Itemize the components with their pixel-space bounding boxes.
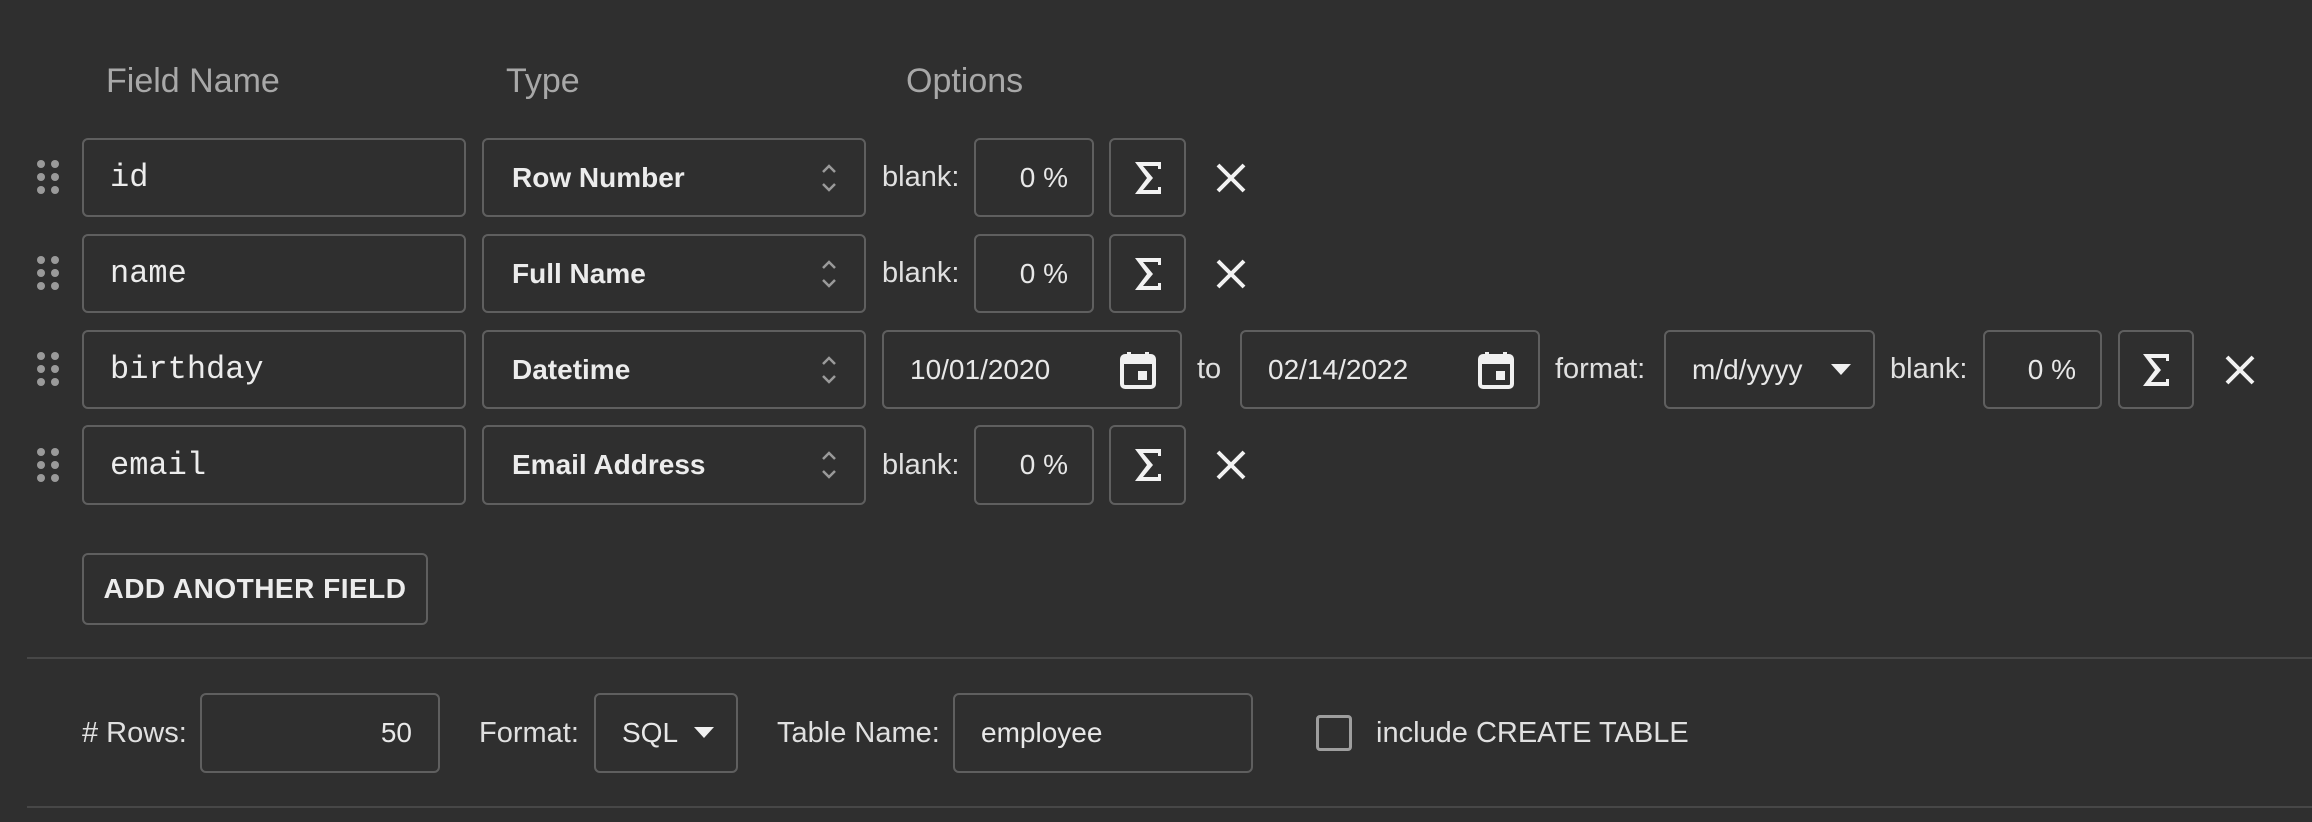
create-table-label[interactable]: include CREATE TABLE (1376, 693, 1689, 773)
blank-percent-input[interactable]: 0 % (974, 138, 1094, 217)
field-name-input[interactable]: email (82, 425, 466, 505)
date-to-value: 02/14/2022 (1268, 353, 1409, 385)
bottom-divider (27, 806, 2312, 808)
blank-label: blank: (1890, 353, 1968, 385)
field-name-input[interactable]: name (82, 234, 466, 313)
table-name-input[interactable]: employee (953, 693, 1253, 773)
chevron-updown-icon (822, 355, 836, 384)
date-from-input[interactable]: 10/01/2020 (882, 330, 1182, 409)
blank-label: blank: (882, 448, 960, 481)
column-header-field-name: Field Name (106, 62, 280, 100)
close-icon (1216, 163, 1246, 193)
type-select-label: Email Address (512, 449, 706, 480)
sigma-button[interactable] (1109, 425, 1186, 505)
add-another-field-button[interactable]: ADD ANOTHER FIELD (82, 553, 428, 625)
create-table-checkbox[interactable] (1316, 715, 1352, 751)
to-label: to (1197, 353, 1222, 385)
close-icon (2225, 355, 2255, 385)
rows-count-input[interactable]: 50 (200, 693, 440, 773)
table-name-label: Table Name: (777, 716, 940, 749)
rows-label: # Rows: (82, 716, 187, 749)
close-icon (1216, 259, 1246, 289)
caret-down-icon (694, 727, 714, 738)
section-divider (27, 657, 2312, 659)
remove-field-button[interactable] (2222, 352, 2258, 388)
calendar-icon[interactable] (1120, 351, 1156, 389)
blank-label: blank: (882, 161, 960, 193)
close-icon (1216, 450, 1246, 480)
type-select[interactable]: Full Name (482, 234, 866, 313)
blank-label: blank: (882, 257, 960, 289)
type-select[interactable]: Email Address (482, 425, 866, 505)
type-select[interactable]: Row Number (482, 138, 866, 217)
blank-percent-input[interactable]: 0 % (974, 234, 1094, 313)
sigma-icon (1134, 161, 1161, 194)
date-from-value: 10/01/2020 (910, 353, 1051, 385)
type-select-label: Row Number (512, 161, 685, 193)
output-format-select[interactable]: SQL (594, 693, 738, 773)
drag-handle-icon[interactable] (37, 256, 59, 290)
format-label: Format: (479, 716, 579, 749)
calendar-icon[interactable] (1478, 351, 1514, 389)
chevron-updown-icon (822, 451, 836, 479)
remove-field-button[interactable] (1213, 160, 1249, 196)
date-to-input[interactable]: 02/14/2022 (1240, 330, 1540, 409)
type-select[interactable]: Datetime (482, 330, 866, 409)
sigma-button[interactable] (1109, 138, 1186, 217)
field-name-input[interactable]: birthday (82, 330, 466, 409)
sigma-button[interactable] (1109, 234, 1186, 313)
remove-field-button[interactable] (1213, 256, 1249, 292)
format-label: format: (1555, 353, 1646, 385)
drag-handle-icon[interactable] (37, 448, 59, 482)
chevron-updown-icon (822, 259, 836, 288)
column-header-options: Options (906, 62, 1024, 100)
blank-percent-input[interactable]: 0 % (974, 425, 1094, 505)
date-format-value: m/d/yyyy (1692, 353, 1803, 385)
drag-handle-icon[interactable] (37, 160, 59, 194)
caret-down-icon (1831, 363, 1851, 375)
output-format-value: SQL (622, 717, 679, 748)
sigma-icon (1134, 257, 1161, 290)
remove-field-button[interactable] (1213, 447, 1249, 483)
type-select-label: Full Name (512, 257, 646, 289)
chevron-updown-icon (822, 163, 836, 192)
field-name-input[interactable]: id (82, 138, 466, 217)
type-select-label: Datetime (512, 353, 631, 385)
date-format-select[interactable]: m/d/yyyy (1664, 330, 1875, 409)
sigma-button[interactable] (2118, 330, 2194, 409)
column-header-type: Type (506, 62, 580, 100)
sigma-icon (1134, 449, 1161, 481)
blank-percent-input[interactable]: 0 % (1983, 330, 2102, 409)
sigma-icon (2143, 353, 2169, 386)
drag-handle-icon[interactable] (37, 352, 59, 386)
